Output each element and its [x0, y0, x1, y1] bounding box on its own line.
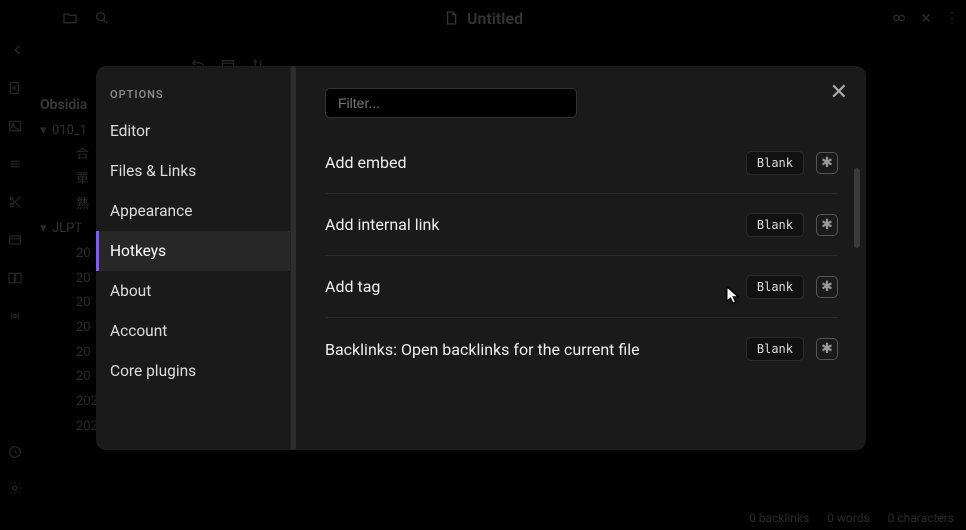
settings-tab-core-plugins[interactable]: Core plugins — [96, 351, 290, 391]
folder-icon[interactable] — [62, 10, 78, 26]
ribbon-card-icon[interactable] — [7, 232, 23, 248]
page-title: Untitled — [467, 9, 523, 28]
scrollbar-thumb[interactable] — [854, 168, 860, 248]
ribbon-new-icon[interactable] — [7, 80, 23, 96]
settings-tab-files-links[interactable]: Files & Links — [96, 151, 290, 191]
ribbon-link-icon[interactable] — [7, 270, 23, 286]
ribbon-menu-icon[interactable] — [7, 156, 23, 172]
more-icon[interactable]: ⋮ — [945, 10, 958, 26]
panel-icon[interactable] — [891, 10, 907, 26]
resize-handle[interactable] — [291, 66, 296, 450]
file-icon — [443, 10, 459, 26]
settings-tab-account[interactable]: Account — [96, 311, 290, 351]
settings-tab-editor[interactable]: Editor — [96, 111, 290, 151]
set-hotkey-button[interactable]: ✱ — [816, 152, 838, 174]
set-hotkey-button[interactable]: ✱ — [816, 214, 838, 236]
settings-tab-appearance[interactable]: Appearance — [96, 191, 290, 231]
status-backlinks: 0 backlinks — [749, 511, 809, 525]
back-icon[interactable] — [10, 42, 26, 58]
hotkey-filter-input[interactable] — [325, 88, 577, 118]
hotkey-row: Backlinks: Open backlinks for the curren… — [325, 318, 838, 380]
hotkey-label: Add embed — [325, 153, 746, 172]
gear-icon[interactable] — [7, 480, 23, 496]
status-words: 0 words — [827, 511, 870, 525]
hotkey-value: Blank — [746, 275, 804, 299]
settings-sidebar: OPTIONS EditorFiles & LinksAppearanceHot… — [96, 66, 291, 450]
search-icon[interactable] — [94, 10, 110, 26]
set-hotkey-button[interactable]: ✱ — [816, 338, 838, 360]
hotkey-value: Blank — [746, 337, 804, 361]
hotkey-value: Blank — [746, 213, 804, 237]
close-tab-icon[interactable]: × — [921, 8, 931, 29]
ribbon-image-icon[interactable] — [7, 118, 23, 134]
hotkey-label: Add internal link — [325, 215, 746, 234]
ribbon-sound-icon[interactable] — [7, 308, 23, 324]
ribbon-clock-icon[interactable] — [7, 444, 23, 460]
sidebar-heading: OPTIONS — [96, 88, 290, 111]
set-hotkey-button[interactable]: ✱ — [816, 276, 838, 298]
hotkey-label: Backlinks: Open backlinks for the curren… — [325, 340, 746, 359]
hotkey-label: Add tag — [325, 277, 746, 296]
settings-tab-about[interactable]: About — [96, 271, 290, 311]
hotkey-row: Add embedBlank ✱ — [325, 132, 838, 194]
hotkey-row: Add tagBlank ✱ — [325, 256, 838, 318]
hotkey-value: Blank — [746, 151, 804, 175]
settings-tab-hotkeys[interactable]: Hotkeys — [96, 231, 290, 271]
settings-modal: ✕ OPTIONS EditorFiles & LinksAppearanceH… — [96, 66, 866, 450]
status-characters: 0 characters — [888, 511, 954, 525]
ribbon-scissors-icon[interactable] — [7, 194, 23, 210]
hotkey-row: Add internal linkBlank ✱ — [325, 194, 838, 256]
